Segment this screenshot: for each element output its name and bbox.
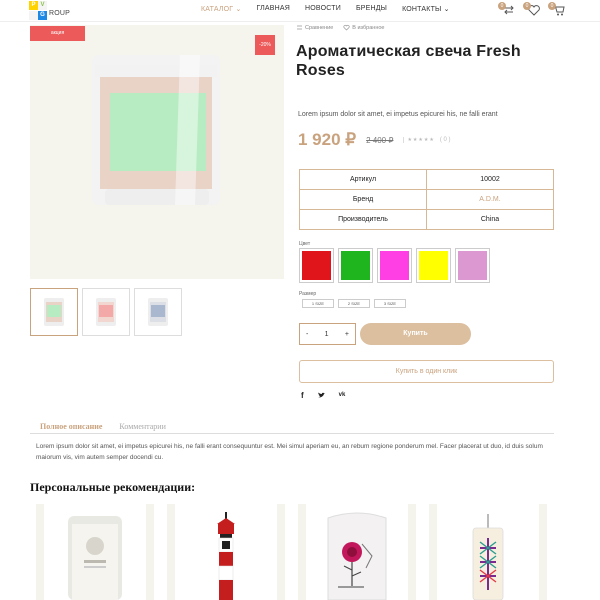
wishlist-count: 0 <box>523 2 531 10</box>
compare-link[interactable]: Сравнение <box>296 24 333 31</box>
old-price: 2 400 ₽ <box>366 135 394 145</box>
heart-icon <box>343 24 350 31</box>
compare-small-icon <box>297 25 302 30</box>
logo-letter: G <box>38 11 47 20</box>
color-swatch[interactable] <box>299 248 334 283</box>
size-option[interactable]: 3 SIZE <box>374 299 406 308</box>
tab-full-description[interactable]: Полное описание <box>40 422 102 431</box>
compare-count: 0 <box>498 2 506 10</box>
spec-label: Артикул <box>299 169 427 190</box>
rec-card-lighthouse-candle[interactable] <box>167 504 285 600</box>
tab-comments[interactable]: Комментарии <box>119 422 165 431</box>
cart-icon[interactable]: 0 <box>548 2 566 17</box>
rec-card-rose-painted-candle[interactable] <box>298 504 416 600</box>
color-swatch[interactable] <box>416 248 451 283</box>
logo-letter: P <box>29 1 38 10</box>
badge-promo: акция <box>30 26 85 41</box>
qty-minus-button[interactable]: - <box>306 331 308 338</box>
color-swatch-fill <box>458 251 487 280</box>
size-option[interactable]: 1 SIZE <box>302 299 334 308</box>
qty-value[interactable]: 1 <box>325 331 329 338</box>
spec-value: 10002 <box>426 169 554 190</box>
thumbnail-pink[interactable] <box>82 288 130 336</box>
product-title: Ароматическая свеча Fresh Roses <box>296 43 521 79</box>
thumbnail-green[interactable] <box>30 288 78 336</box>
color-swatch-fill <box>341 251 370 280</box>
full-description: Lorem ipsum dolor sit amet, ei impetus e… <box>36 443 543 461</box>
social-share: f vk <box>301 391 345 400</box>
pattern-glass-candle-image <box>472 514 504 600</box>
one-click-buy-button[interactable]: Купить в один клик <box>299 360 554 383</box>
specs-table: Артикул 10002 Бренд A.D.M. Производитель… <box>299 169 554 230</box>
header-icons: 0 0 0 <box>498 2 566 17</box>
facebook-icon[interactable]: f <box>301 391 304 400</box>
compare-favorite-row: Сравнение В избранное <box>296 24 554 31</box>
wishlist-icon[interactable]: 0 <box>523 2 541 17</box>
spec-value: China <box>426 209 554 230</box>
color-swatch[interactable] <box>338 248 373 283</box>
color-swatch-fill <box>302 251 331 280</box>
white-candle-jar-image <box>68 516 122 600</box>
compare-icon[interactable]: 0 <box>498 2 516 17</box>
site-header: P V G ROUP КАТАЛОГ ⌄ ГЛАВНАЯ НОВОСТИ БРЕ… <box>0 0 600 22</box>
rec-card-white-candle-jar[interactable] <box>36 504 154 600</box>
nav-item-brands[interactable]: БРЕНДЫ <box>356 5 387 13</box>
thumbnail-blue[interactable] <box>134 288 182 336</box>
nav-item-news[interactable]: НОВОСТИ <box>305 5 341 13</box>
rating-stars[interactable]: ★★★★★ <box>403 137 434 143</box>
spec-value-brand-link[interactable]: A.D.M. <box>426 189 554 210</box>
main-nav: КАТАЛОГ ⌄ ГЛАВНАЯ НОВОСТИ БРЕНДЫ КОНТАКТ… <box>201 5 450 13</box>
description-tabs: Полное описание Комментарии <box>40 422 166 431</box>
badge-discount: -20% <box>255 35 275 55</box>
nav-item-contacts[interactable]: КОНТАКТЫ ⌄ <box>402 5 450 13</box>
color-label: Цвет <box>299 241 311 247</box>
price-row: 1 920 ₽ 2 400 ₽ ★★★★★ ( 0 ) <box>298 130 451 150</box>
current-price: 1 920 ₽ <box>298 130 357 149</box>
product-info: Сравнение В избранное Ароматическая свеч… <box>296 24 554 400</box>
candle-image <box>92 55 220 205</box>
lighthouse-candle-image <box>217 512 235 600</box>
spec-row: Производитель China <box>299 209 554 230</box>
spec-row: Артикул 10002 <box>299 169 554 190</box>
logo[interactable]: P V G ROUP <box>29 1 75 21</box>
color-swatch-fill <box>380 251 409 280</box>
twitter-icon[interactable] <box>317 391 326 400</box>
thumbnail-strip <box>30 288 182 336</box>
favorite-link[interactable]: В избранное <box>343 24 384 31</box>
buy-button[interactable]: Купить <box>360 323 471 345</box>
color-swatch-fill <box>419 251 448 280</box>
spec-row: Бренд A.D.M. <box>299 189 554 210</box>
size-options: 1 SIZE 2 SIZE 3 SIZE <box>302 299 406 308</box>
quantity-stepper: - 1 + <box>299 323 356 345</box>
color-swatch[interactable] <box>455 248 490 283</box>
nav-item-home[interactable]: ГЛАВНАЯ <box>257 5 291 13</box>
logo-text: ROUP <box>49 10 71 17</box>
tabs-divider <box>30 433 554 434</box>
product-main-image[interactable] <box>30 25 284 279</box>
cart-count: 0 <box>548 2 556 10</box>
size-label: Размер <box>299 291 317 297</box>
rose-painted-candle-image <box>327 512 387 600</box>
nav-item-catalog[interactable]: КАТАЛОГ ⌄ <box>201 5 242 13</box>
color-swatches <box>299 248 490 283</box>
color-swatch[interactable] <box>377 248 412 283</box>
compare-label: Сравнение <box>305 24 334 31</box>
rec-card-pattern-glass-candle[interactable] <box>429 504 547 600</box>
size-option[interactable]: 2 SIZE <box>338 299 370 308</box>
qty-plus-button[interactable]: + <box>345 331 349 338</box>
spec-label: Производитель <box>299 209 427 230</box>
vk-icon[interactable]: vk <box>339 391 346 400</box>
spec-label: Бренд <box>299 189 427 210</box>
favorite-label: В избранное <box>352 24 385 31</box>
logo-square <box>29 11 38 20</box>
short-description: Lorem ipsum dolor sit amet, ei impetus e… <box>298 111 498 118</box>
rating-count: ( 0 ) <box>439 137 451 143</box>
recommendations-list <box>36 504 547 600</box>
logo-letter: V <box>38 1 47 10</box>
recommendations-title: Персональные рекомендации: <box>30 480 196 494</box>
